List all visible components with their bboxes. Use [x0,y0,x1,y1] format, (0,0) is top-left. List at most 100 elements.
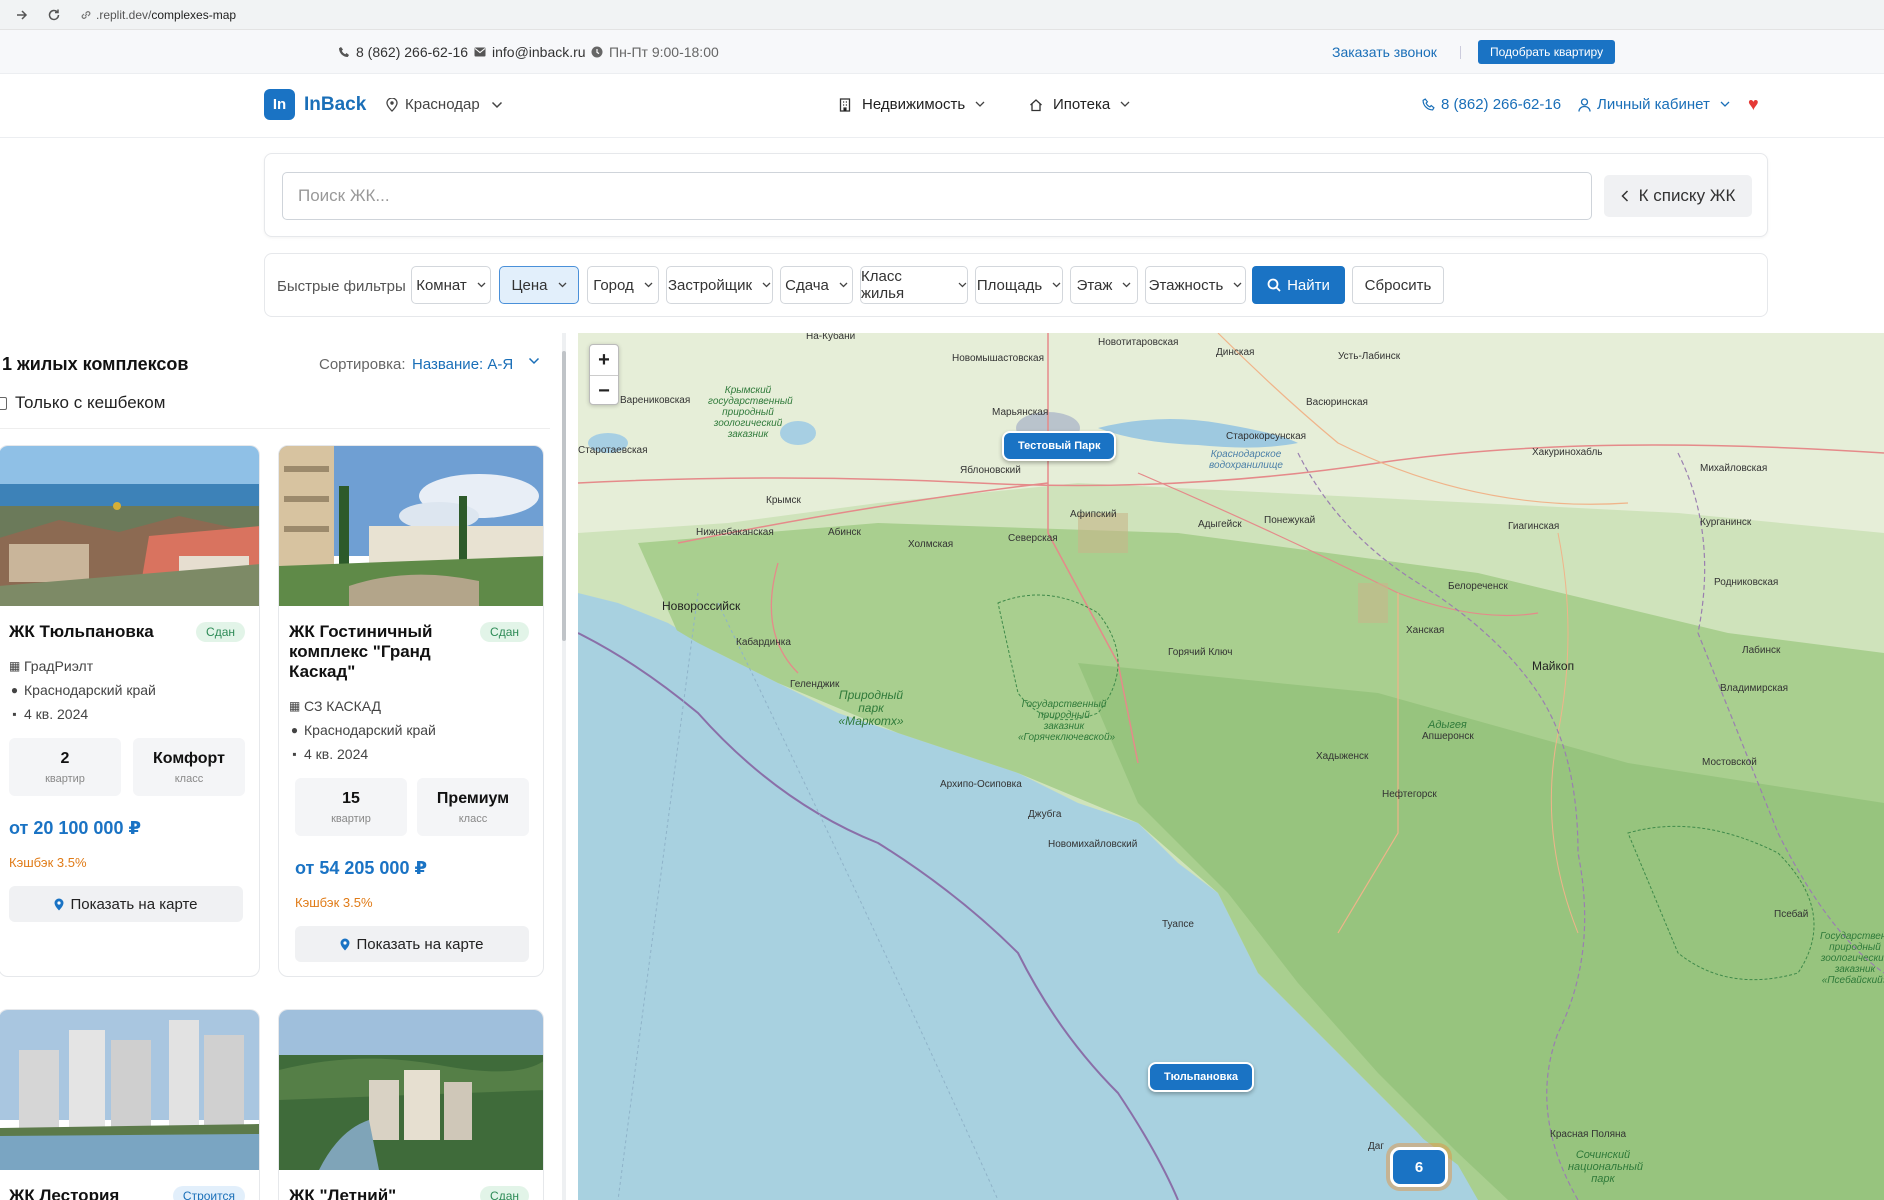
map-label: Динская [1216,347,1255,358]
nav-realty-label: Недвижимость [862,96,966,113]
filter-city[interactable]: Город [587,266,659,304]
map-marker-testovy-park[interactable]: Тестовый Парк [1002,431,1117,461]
top-info-bar: 8 (862) 266-62-16 info@inback.ru Пн-Пт 9… [0,30,1884,74]
search-icon [1267,278,1281,292]
callback-link[interactable]: Заказать звонок [1332,44,1437,60]
checkbox-box[interactable] [0,396,7,410]
location-pin-icon [386,97,398,112]
url-host: .replit.dev/ [96,7,152,22]
filter-deadline[interactable]: Сдача [780,266,853,304]
complex-list-panel: 1 жилых комплексов Сортировка: Название:… [0,333,566,1200]
main-header: In InBack Краснодар Недвижимость Ипотека… [0,74,1884,138]
complex-price: от 20 100 000 ₽ [9,818,141,838]
sort-select[interactable]: Название: А-Я [412,356,513,373]
complex-card[interactable]: ЖК Гостиничный комплекс "Гранд Каскад" С… [278,445,544,977]
complex-card[interactable]: ЖК "Летний" Сдан [278,1009,544,1200]
map-label: Афипский [1070,509,1117,520]
address-bar[interactable]: .replit.dev/complexes-map [80,8,236,22]
topbar-phone[interactable]: 8 (862) 266-62-16 [338,30,468,74]
map-label: Старотаевская [578,445,648,456]
complex-price: от 54 205 000 ₽ [295,858,427,878]
favorites-heart-icon[interactable]: ♥ [1748,94,1759,115]
complex-name[interactable]: ЖК Тюльпановка [9,622,199,642]
complex-cashback: Кэшбэк 3.5% [9,855,87,870]
map-pin-icon [340,938,350,950]
status-badge: Сдан [196,622,245,642]
nav-mortgage[interactable]: Ипотека [1029,96,1130,113]
list-divider [0,428,550,429]
map-label: Хакуринохабль [1532,447,1603,458]
map-marker-tyulpanovka[interactable]: Тюльпановка [1148,1062,1254,1092]
map-label: Кабардинка [736,637,791,648]
chevron-down-icon [1052,282,1061,288]
map-label: Холмская [908,539,954,550]
find-button[interactable]: Найти [1252,266,1345,304]
complex-card[interactable]: ЖК Лестория Строится [0,1009,260,1200]
back-to-list-button[interactable]: К списку ЖК [1604,175,1752,217]
chevron-down-icon [477,282,486,288]
topbar-email[interactable]: info@inback.ru [474,30,586,74]
class-stat: Премиум класс [417,778,529,836]
show-on-map-button[interactable]: Показать на карте [9,886,243,922]
pick-apartment-button[interactable]: Подобрать квартиру [1478,40,1616,64]
map-label: Нижнебаканская [696,527,774,538]
logo-text[interactable]: InBack [304,94,366,116]
zoom-out-button[interactable]: − [590,376,618,406]
filter-price[interactable]: Цена [499,266,579,304]
filter-developer[interactable]: Застройщик [666,266,773,304]
filter-floor[interactable]: Этаж [1070,266,1138,304]
reserve-label: Сочинский национальный парк [1568,1149,1643,1185]
complex-card[interactable]: ЖК Тюльпановка Сдан ▦ ГрадРиэлт ● Краснода… [0,445,260,977]
building-icon [839,97,851,112]
header-phone[interactable]: 8 (862) 266-62-16 [1422,96,1561,113]
sort-label: Сортировка: [319,356,406,373]
map-label: Красная Поляна [1550,1129,1627,1140]
filter-floors-count[interactable]: Этажность [1145,266,1246,304]
chevron-down-icon [1122,282,1131,288]
filter-housing-class[interactable]: Класс жилья [860,266,968,304]
map-label: Понежукай [1264,515,1316,526]
reload-icon[interactable] [44,5,64,25]
search-card: К списку ЖК [264,153,1768,237]
chevron-down-icon[interactable] [528,357,540,365]
forward-icon[interactable] [12,5,32,25]
nav-realty[interactable]: Недвижимость [838,96,985,113]
url-path: complexes-map [151,7,237,22]
complex-name[interactable]: ЖК Гостиничный комплекс "Гранд Каскад" [289,622,479,682]
filter-area[interactable]: Площадь [975,266,1063,304]
phone-icon [1422,98,1435,111]
map-view[interactable]: + − Новотитаровская Динская Усть-Лабинск… [578,333,1884,1200]
map-label: Марьянская [992,407,1049,418]
map-pin-icon [54,898,64,910]
complex-photo[interactable] [0,446,259,606]
reset-button[interactable]: Сбросить [1352,266,1444,304]
complex-name[interactable]: ЖК "Летний" [289,1186,479,1200]
map-label: Яблоновский [960,465,1021,476]
map-label: Северская [1008,533,1058,544]
search-input[interactable] [282,172,1592,220]
complex-developer: ▦ СЗ КАСКАД [289,698,382,714]
chevron-down-icon [839,282,848,288]
map-label: Гиагинская [1508,521,1560,532]
show-on-map-button[interactable]: Показать на карте [295,926,529,962]
map-label: Новотитаровская [1098,337,1179,348]
zoom-in-button[interactable]: + [590,345,618,375]
calendar-icon: ▪ [292,747,297,761]
complex-name[interactable]: ЖК Лестория [9,1186,199,1200]
location-pin-icon: ● [10,683,19,697]
complex-photo[interactable] [279,446,543,606]
map-cluster[interactable]: 6 [1390,1147,1448,1187]
cashback-only-checkbox[interactable]: Только с кешбеком [0,393,165,413]
list-scrollbar-thumb[interactable] [562,351,566,641]
map-label: Курганинск [1700,517,1752,528]
account-menu[interactable]: Личный кабинет [1578,96,1730,113]
complex-photo[interactable] [0,1010,259,1170]
map-label: Васюринская [1306,397,1368,408]
complex-photo[interactable] [279,1010,543,1170]
chevron-down-icon [1120,101,1130,107]
filter-rooms[interactable]: Комнат [411,266,491,304]
city-selector[interactable]: Краснодар [386,96,503,113]
clock-icon [591,46,603,58]
logo-mark[interactable]: In [264,89,295,120]
map-label: Старокорсунская [1226,431,1307,442]
